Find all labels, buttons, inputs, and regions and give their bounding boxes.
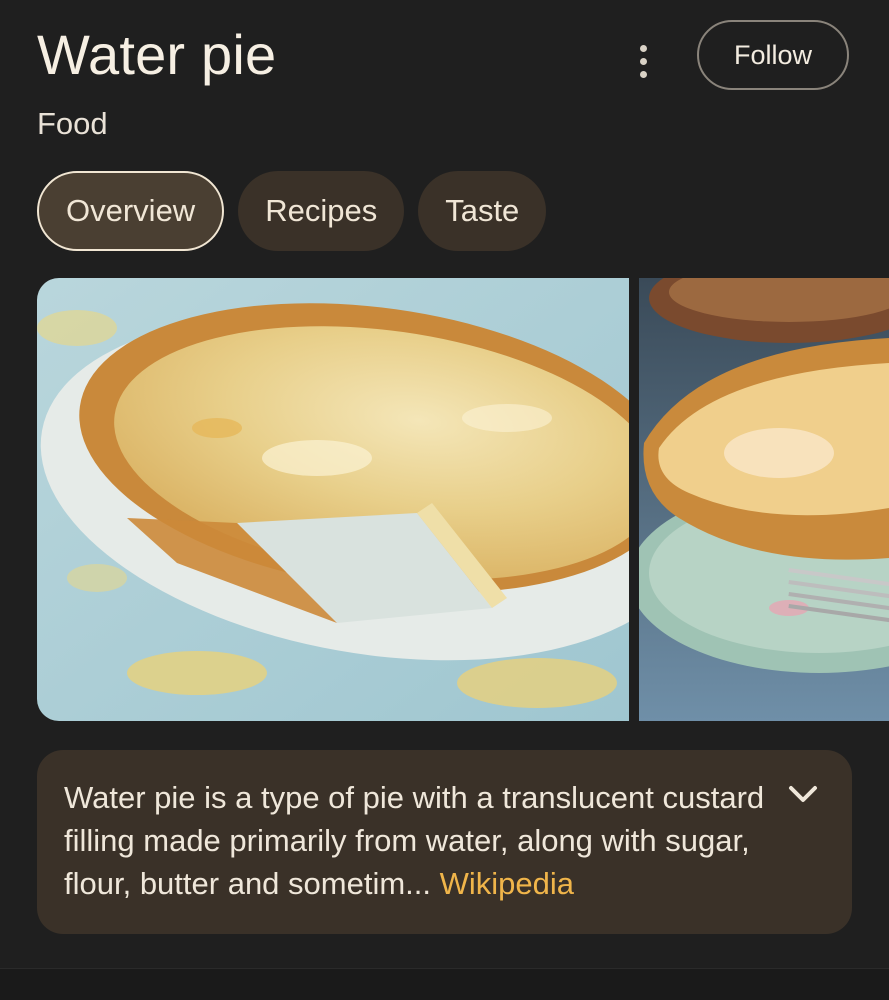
chevron-down-icon[interactable] [785,776,821,812]
tab-recipes[interactable]: Recipes [238,171,405,251]
page-title: Water pie [37,23,277,86]
bottom-divider [0,968,889,1000]
tab-bar: Overview Recipes Taste [37,171,547,251]
description-card[interactable]: Water pie is a type of pie with a transl… [37,750,852,934]
image-carousel[interactable] [37,278,889,721]
water-pie-image-1[interactable] [37,278,629,721]
water-pie-image-2[interactable] [639,278,889,721]
more-options-button[interactable] [621,36,665,86]
follow-button[interactable]: Follow [697,20,849,90]
more-vert-icon [639,44,647,52]
entity-category: Food [37,106,108,141]
tab-taste[interactable]: Taste [418,171,547,251]
wikipedia-link[interactable]: Wikipedia [440,866,574,901]
description-ellipsis: ... [405,866,432,901]
knowledge-panel: Water pie Food Follow Overview Recipes T… [0,0,889,1000]
description-text: Water pie is a type of pie with a transl… [64,776,774,905]
tab-overview[interactable]: Overview [37,171,225,251]
